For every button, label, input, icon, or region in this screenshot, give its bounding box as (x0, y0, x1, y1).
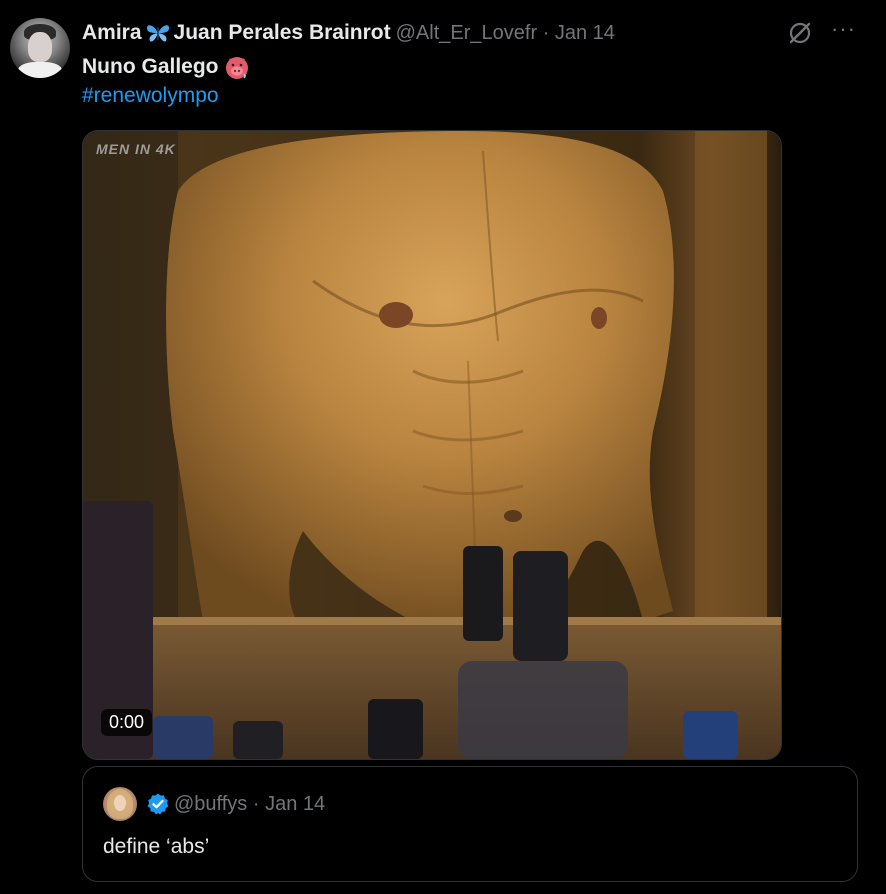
quoted-tweet[interactable]: @buffys · Jan 14 define ‘abs’ (82, 766, 858, 882)
tweet-header: Amira Juan Perales Brainrot @Alt_Er_Love… (82, 20, 615, 46)
quoted-tweet-header: @buffys · Jan 14 (103, 787, 325, 821)
video-player[interactable]: MEN IN 4K 0:00 (82, 130, 782, 760)
quoted-author-avatar[interactable] (103, 787, 137, 821)
hot-face-icon (225, 57, 248, 79)
tweet-text-line1: Nuno Gallego (82, 53, 250, 81)
video-duration-badge: 0:00 (101, 709, 153, 736)
display-name-part1[interactable]: Amira (82, 21, 142, 45)
hashtag-link[interactable]: #renewolympo (82, 82, 219, 110)
display-name-part2[interactable]: Juan Perales Brainrot (174, 21, 391, 45)
tweet-actions-top: ··· (787, 18, 856, 46)
tweet: Amira Juan Perales Brainrot @Alt_Er_Love… (0, 0, 886, 894)
video-watermark: MEN IN 4K (96, 141, 176, 157)
author-handle-and-date[interactable]: @Alt_Er_Lovefr · Jan 14 (396, 22, 615, 45)
quoted-handle-and-date[interactable]: @buffys · Jan 14 (174, 793, 325, 816)
author-avatar[interactable] (10, 18, 70, 78)
more-icon[interactable]: ··· (831, 18, 856, 40)
grok-icon[interactable] (787, 20, 813, 46)
quoted-tweet-text: define ‘abs’ (103, 835, 210, 858)
video-thumbnail (83, 131, 781, 759)
butterfly-icon (146, 25, 169, 42)
verified-badge-icon (147, 793, 169, 815)
tweet-text: Nuno Gallego (82, 55, 219, 78)
